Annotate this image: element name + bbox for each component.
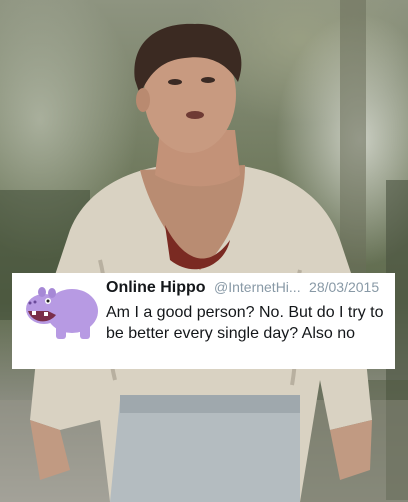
tweet-text: Am I a good person? No. But do I try to … [106,304,384,342]
avatar[interactable] [22,281,100,343]
tweet-header: Online Hippo @InternetHi... 28/03/2015 [106,279,389,301]
display-name[interactable]: Online Hippo [106,279,206,296]
tweet-date[interactable]: 28/03/2015 [309,279,379,295]
meme-image: Online Hippo @InternetHi... 28/03/2015 A… [0,0,408,502]
tweet-card: Online Hippo @InternetHi... 28/03/2015 A… [12,273,395,369]
purple-hippo-icon [26,287,98,339]
background-photo [0,0,408,502]
user-handle[interactable]: @InternetHi... [214,279,301,295]
